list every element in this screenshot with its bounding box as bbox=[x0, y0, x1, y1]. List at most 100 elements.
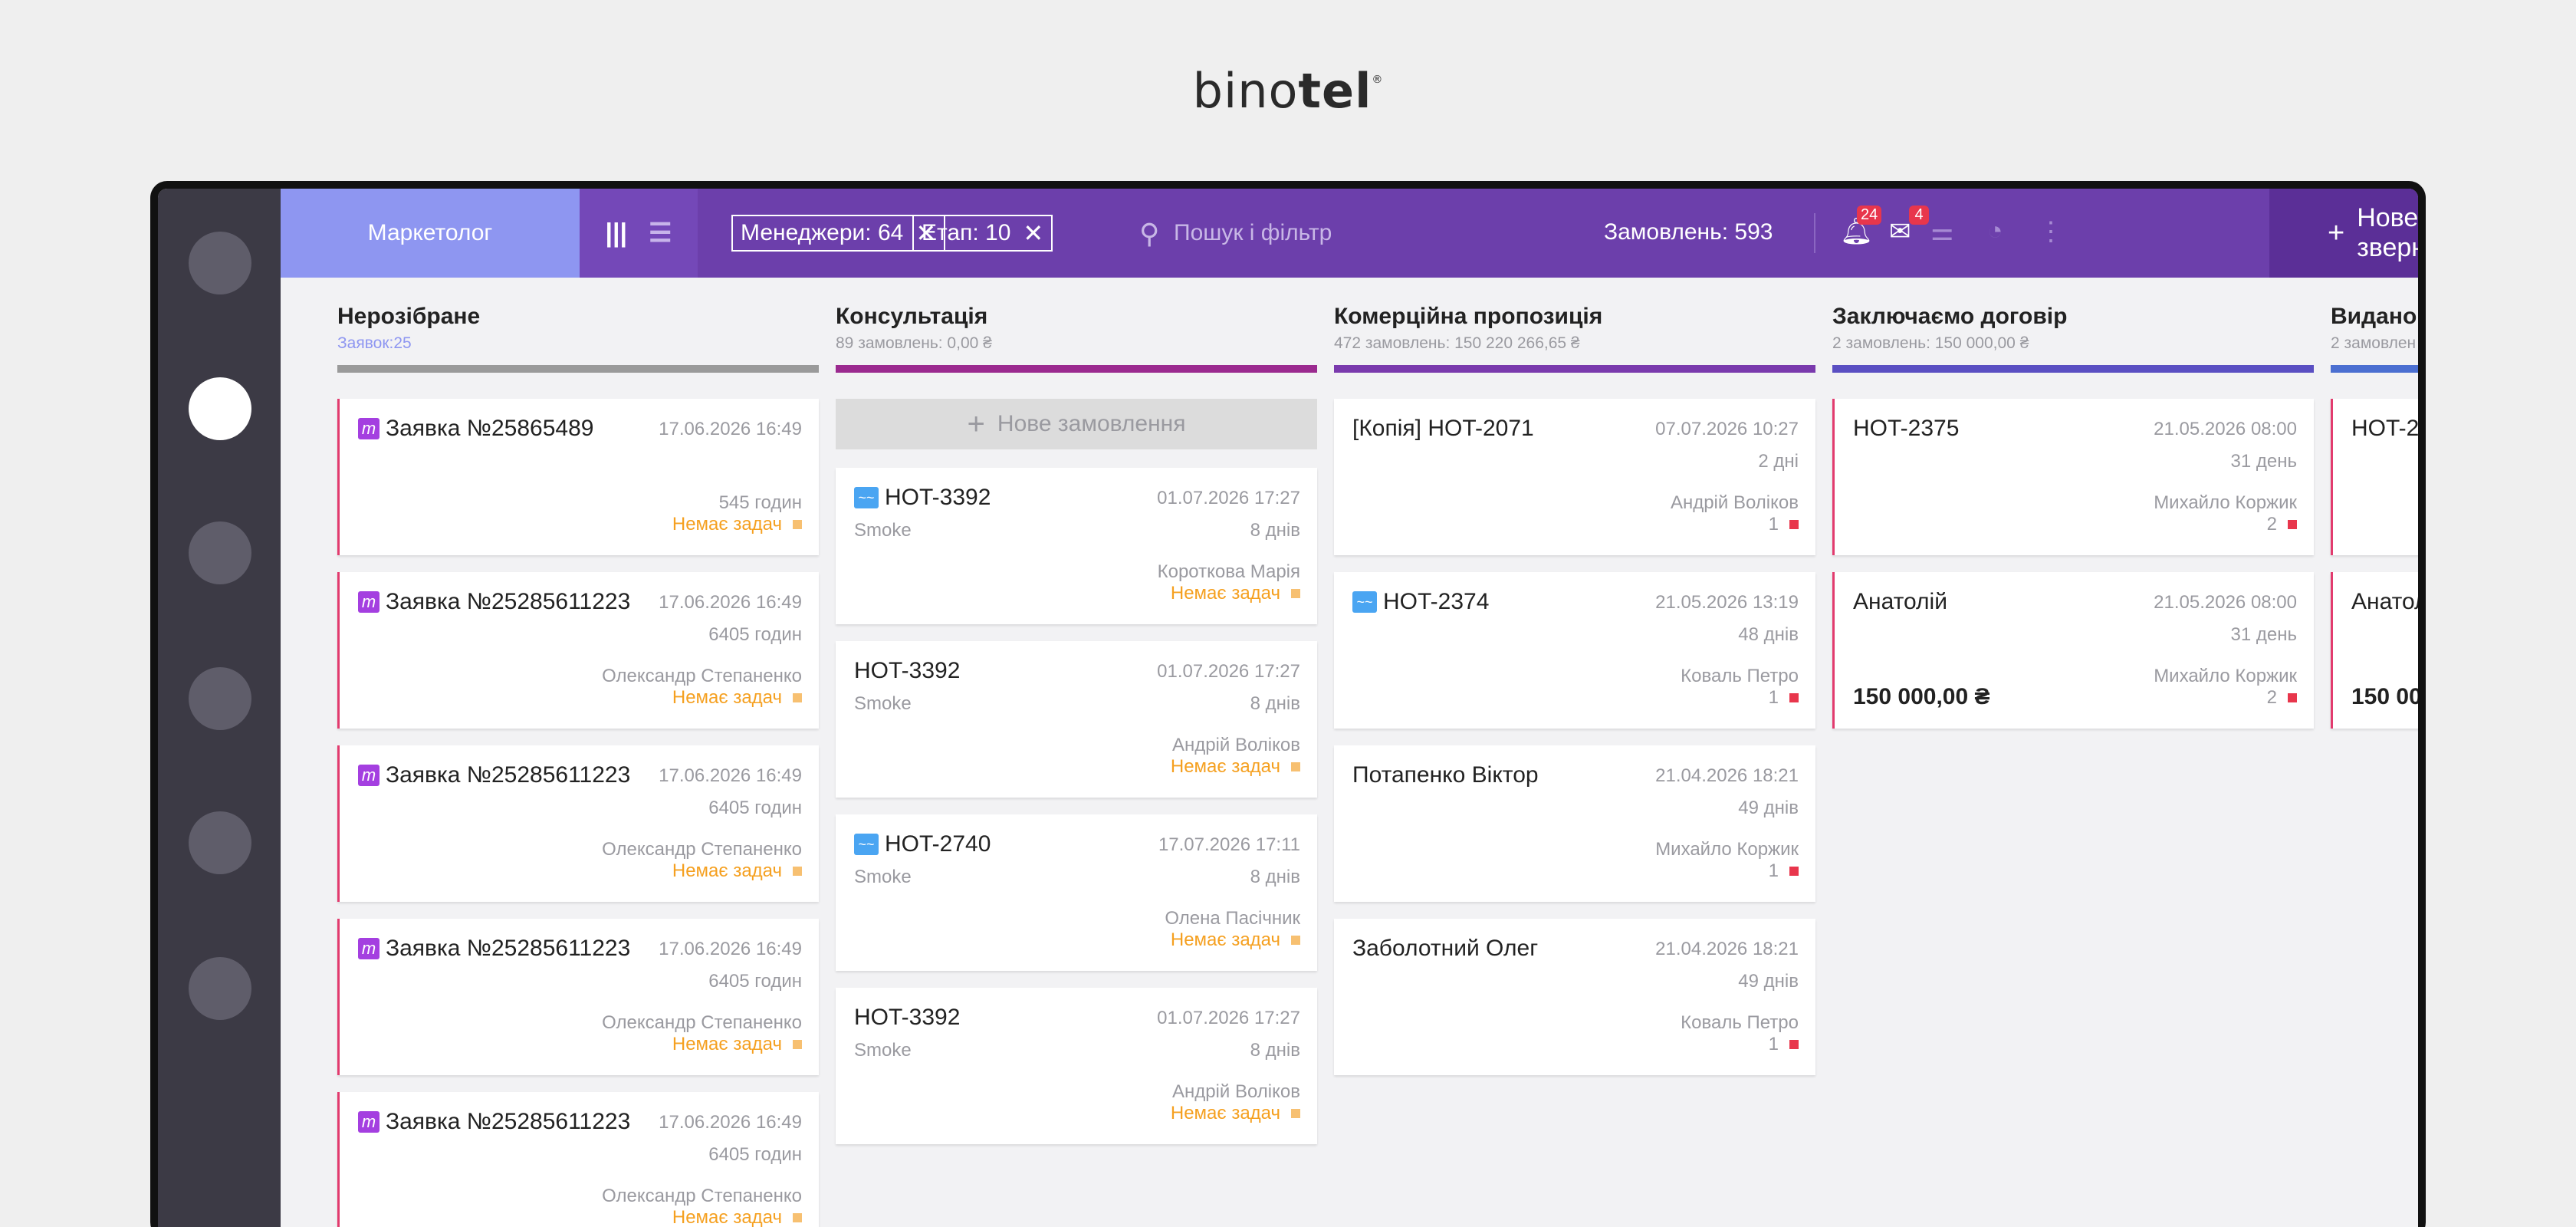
card-title: m Заявка №25865489 bbox=[358, 416, 593, 442]
status-square bbox=[1789, 693, 1799, 702]
task-status-square bbox=[793, 867, 802, 876]
column-color-bar bbox=[1832, 365, 2314, 373]
mail-icon[interactable]: ✉ bbox=[1889, 216, 1911, 247]
nav-item-5[interactable] bbox=[189, 811, 251, 874]
nav-item-2-active[interactable] bbox=[189, 377, 251, 440]
nav-item-4[interactable] bbox=[189, 667, 251, 730]
card-date: 21.05.2026 08:00 bbox=[2154, 419, 2297, 439]
column-title: Комерційна пропозиція bbox=[1334, 304, 1603, 329]
search-input[interactable] bbox=[1174, 216, 1496, 250]
new-request-button[interactable]: + Нове звернення bbox=[2269, 189, 2418, 278]
card-count: 1 bbox=[1769, 514, 1799, 535]
order-card[interactable]: HOT-3392 Smoke 01.07.2026 17:27 8 днів А… bbox=[836, 641, 1317, 798]
card-tasks: Немає задач bbox=[672, 1207, 802, 1227]
card-person: Олександр Степаненко bbox=[602, 839, 802, 860]
order-card[interactable]: HOT-3392 Smoke 01.07.2026 17:27 8 днів А… bbox=[836, 988, 1317, 1144]
card-duration: 8 днів bbox=[1250, 867, 1300, 887]
column-title: Нерозібране bbox=[337, 304, 481, 329]
binotel-source-icon: ~~ bbox=[1352, 591, 1377, 613]
card-title-text: HOT-23 bbox=[2351, 416, 2418, 441]
card-date: 17.06.2026 16:49 bbox=[659, 592, 802, 613]
card-title-text: Заявка №25285611223 bbox=[386, 762, 631, 788]
task-status-square bbox=[793, 1040, 802, 1049]
card-tasks: Немає задач bbox=[1171, 1103, 1300, 1124]
order-card[interactable]: Анатолій 21.05.2026 08:00 31 день Михайл… bbox=[1832, 572, 2314, 729]
card-person: Михайло Коржик bbox=[2154, 492, 2297, 513]
card-duration: 31 день bbox=[2230, 451, 2297, 472]
close-icon[interactable]: ✕ bbox=[1023, 221, 1043, 245]
card-person: Андрій Воліков bbox=[1171, 735, 1300, 755]
card-title-text: [Копія] HOT-2071 bbox=[1352, 416, 1534, 441]
filter-chip-stage[interactable]: Етап: 10 ✕ bbox=[912, 215, 1053, 252]
count-value: 2 bbox=[2266, 687, 2277, 708]
new-order-button[interactable]: + Нове замовлення bbox=[836, 399, 1317, 449]
order-card[interactable]: Потапенко Віктор 21.04.2026 18:21 49 дні… bbox=[1334, 745, 1815, 902]
card-title-text: Заявка №25285611223 bbox=[386, 589, 631, 614]
card-duration: 2 дні bbox=[1758, 451, 1799, 472]
speedometer-icon[interactable]: ◔ bbox=[1987, 216, 2003, 246]
card-person: Олександр Степаненко bbox=[602, 666, 802, 686]
card-title-text: Заявка №25285611223 bbox=[386, 1109, 631, 1134]
nav-item-3[interactable] bbox=[189, 521, 251, 584]
order-card[interactable]: m Заявка №25285611223 17.06.2026 16:49 64… bbox=[337, 1092, 819, 1227]
new-order-label: Нове замовлення bbox=[997, 411, 1186, 436]
order-card[interactable]: HOT-23 bbox=[2331, 399, 2418, 555]
order-card[interactable]: Анатол 150 000 bbox=[2331, 572, 2418, 729]
filter-chip-label: Менеджери: 64 bbox=[741, 220, 904, 245]
role-tab[interactable]: Маркетолог bbox=[281, 189, 580, 278]
source-m-icon: m bbox=[358, 591, 380, 613]
order-card[interactable]: m Заявка №25285611223 17.06.2026 16:49 64… bbox=[337, 745, 819, 902]
status-square bbox=[1789, 520, 1799, 529]
card-tasks: Немає задач bbox=[672, 860, 802, 882]
task-status-square bbox=[793, 520, 802, 529]
board-view-icon[interactable]: ||| bbox=[605, 219, 627, 248]
card-date: 01.07.2026 17:27 bbox=[1157, 488, 1300, 508]
card-amount: 150 000,00 ₴ bbox=[1853, 684, 1990, 709]
card-date: 21.04.2026 18:21 bbox=[1655, 939, 1799, 959]
status-square bbox=[2288, 693, 2297, 702]
card-title: HOT-2375 bbox=[1853, 416, 1959, 442]
sliders-icon[interactable]: ⚌ bbox=[1930, 216, 1953, 247]
tasks-label: Немає задач bbox=[672, 514, 782, 535]
order-card[interactable]: Заболотний Олег 21.04.2026 18:21 49 днів… bbox=[1334, 919, 1815, 1075]
view-toggle: ||| ☰ bbox=[580, 189, 698, 278]
card-tasks: Немає задач bbox=[672, 514, 802, 535]
source-m-icon: m bbox=[358, 418, 380, 439]
nav-item-6[interactable] bbox=[189, 957, 251, 1020]
tasks-label: Немає задач bbox=[1170, 929, 1280, 950]
card-title-text: Заболотний Олег bbox=[1352, 936, 1539, 961]
column-color-bar bbox=[2331, 365, 2418, 373]
column-consultation: Консультація 89 замовлень: 0,00 ₴ + Нове… bbox=[836, 278, 1317, 1227]
card-amount: 150 000 bbox=[2351, 684, 2418, 709]
list-view-icon[interactable]: ☰ bbox=[649, 218, 672, 248]
card-person: Олександр Степаненко bbox=[602, 1012, 802, 1033]
card-title-text: HOT-2740 bbox=[885, 831, 991, 857]
order-card[interactable]: m Заявка №25285611223 17.06.2026 16:49 64… bbox=[337, 919, 819, 1075]
tasks-label: Немає задач bbox=[1170, 1103, 1280, 1123]
more-vertical-icon[interactable]: ⋮ bbox=[2038, 216, 2064, 247]
card-person: Коваль Петро bbox=[1681, 1012, 1799, 1033]
order-card[interactable]: m Заявка №25285611223 17.06.2026 16:49 64… bbox=[337, 572, 819, 729]
card-duration: 6405 годин bbox=[708, 971, 802, 992]
plus-icon: + bbox=[2328, 216, 2345, 249]
order-card[interactable]: ~~ HOT-2374 21.05.2026 13:19 48 днів Кова… bbox=[1334, 572, 1815, 729]
order-card[interactable]: ~~ HOT-3392 Smoke 01.07.2026 17:27 8 днів… bbox=[836, 468, 1317, 624]
card-title: ~~ HOT-3392 bbox=[854, 485, 991, 511]
tasks-label: Немає задач bbox=[672, 1034, 782, 1054]
tasks-label: Немає задач bbox=[1170, 756, 1280, 777]
column-color-bar bbox=[337, 365, 819, 373]
kanban-board: Нерозібране Заявок:25 m Заявка №25865489 … bbox=[281, 278, 2418, 1227]
card-date: 21.05.2026 08:00 bbox=[2154, 592, 2297, 613]
card-tasks: Немає задач bbox=[1171, 929, 1300, 951]
card-title: Потапенко Віктор bbox=[1352, 762, 1539, 788]
order-card[interactable]: ~~ HOT-2740 Smoke 17.07.2026 17:11 8 днів… bbox=[836, 814, 1317, 971]
device-frame: Маркетолог ||| ☰ Менеджери: 64 ✕ Етап: 1… bbox=[150, 181, 2426, 1227]
order-card[interactable]: m Заявка №25865489 17.06.2026 16:49 545 г… bbox=[337, 399, 819, 555]
order-card[interactable]: [Копія] HOT-2071 07.07.2026 10:27 2 дні … bbox=[1334, 399, 1815, 555]
tasks-label: Немає задач bbox=[672, 687, 782, 708]
card-title: HOT-23 bbox=[2351, 416, 2418, 442]
order-card[interactable]: HOT-2375 21.05.2026 08:00 31 день Михайл… bbox=[1832, 399, 2314, 555]
card-duration: 49 днів bbox=[1738, 798, 1799, 818]
nav-item-1[interactable] bbox=[189, 232, 251, 294]
task-status-square bbox=[1291, 762, 1300, 771]
